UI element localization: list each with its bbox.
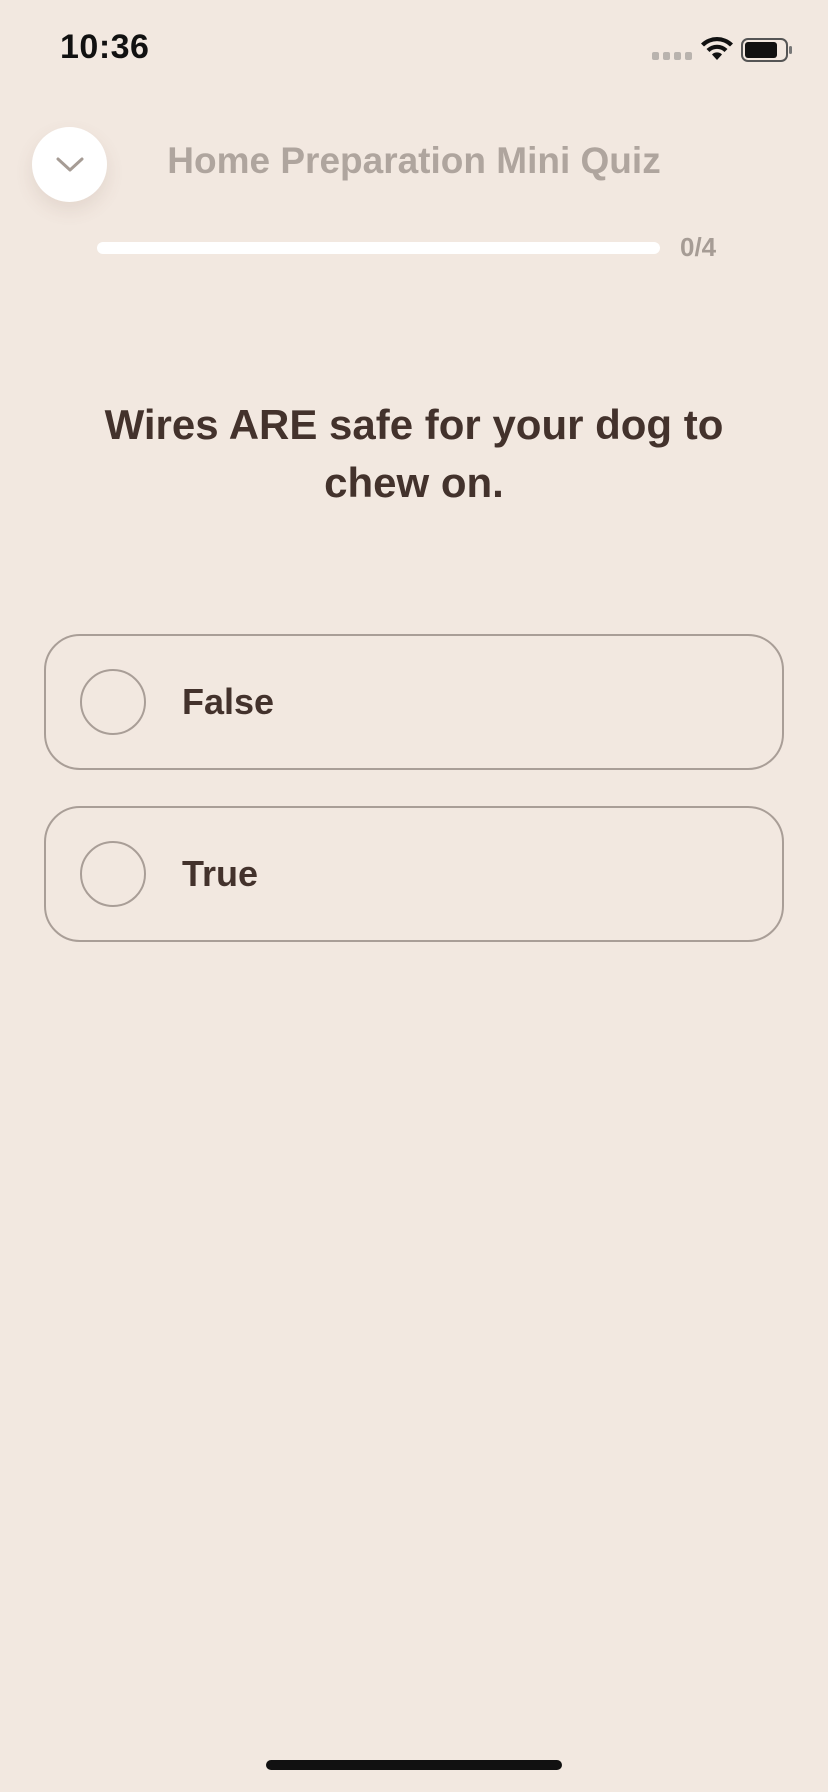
quiz-screen: 10:36 Home Preparation Mini Quiz 0/4 Wir… bbox=[0, 0, 828, 1792]
home-indicator bbox=[266, 1760, 562, 1770]
radio-button[interactable] bbox=[80, 841, 146, 907]
quiz-title: Home Preparation Mini Quiz bbox=[167, 140, 661, 181]
answer-option-false[interactable]: False bbox=[44, 634, 784, 770]
chevron-down-icon bbox=[56, 157, 83, 171]
wifi-icon bbox=[701, 37, 733, 60]
status-time: 10:36 bbox=[60, 28, 150, 66]
answer-option-true[interactable]: True bbox=[44, 806, 784, 942]
battery-icon bbox=[741, 38, 792, 62]
cellular-signal-icon bbox=[652, 52, 692, 60]
progress-bar bbox=[97, 242, 660, 254]
progress-count: 0/4 bbox=[680, 232, 717, 262]
collapse-button[interactable] bbox=[32, 127, 107, 202]
radio-button[interactable] bbox=[80, 669, 146, 735]
status-bar: 10:36 bbox=[0, 0, 828, 100]
question-text: Wires ARE safe for your dog to chew on. bbox=[104, 401, 724, 506]
answer-option-label: False bbox=[182, 681, 275, 722]
answer-option-label: True bbox=[182, 853, 259, 894]
